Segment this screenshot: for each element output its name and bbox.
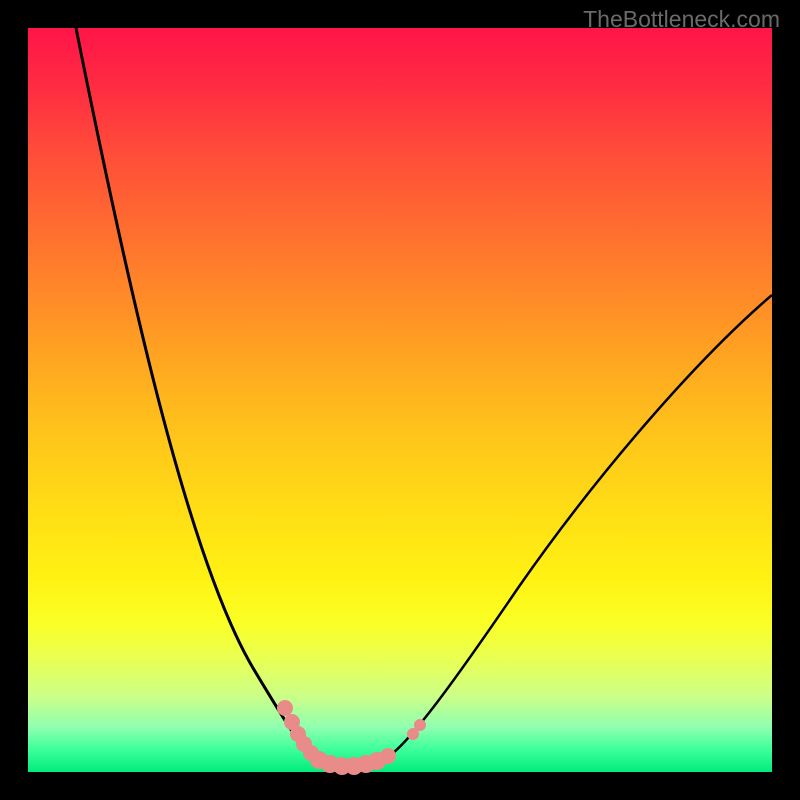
chart-plot-area [28,28,772,772]
right-curve [358,295,772,766]
data-marker [380,748,396,764]
watermark-text: TheBottleneck.com [583,6,780,33]
curve-svg [28,28,772,772]
data-marker [414,719,426,731]
left-curve [76,28,358,766]
